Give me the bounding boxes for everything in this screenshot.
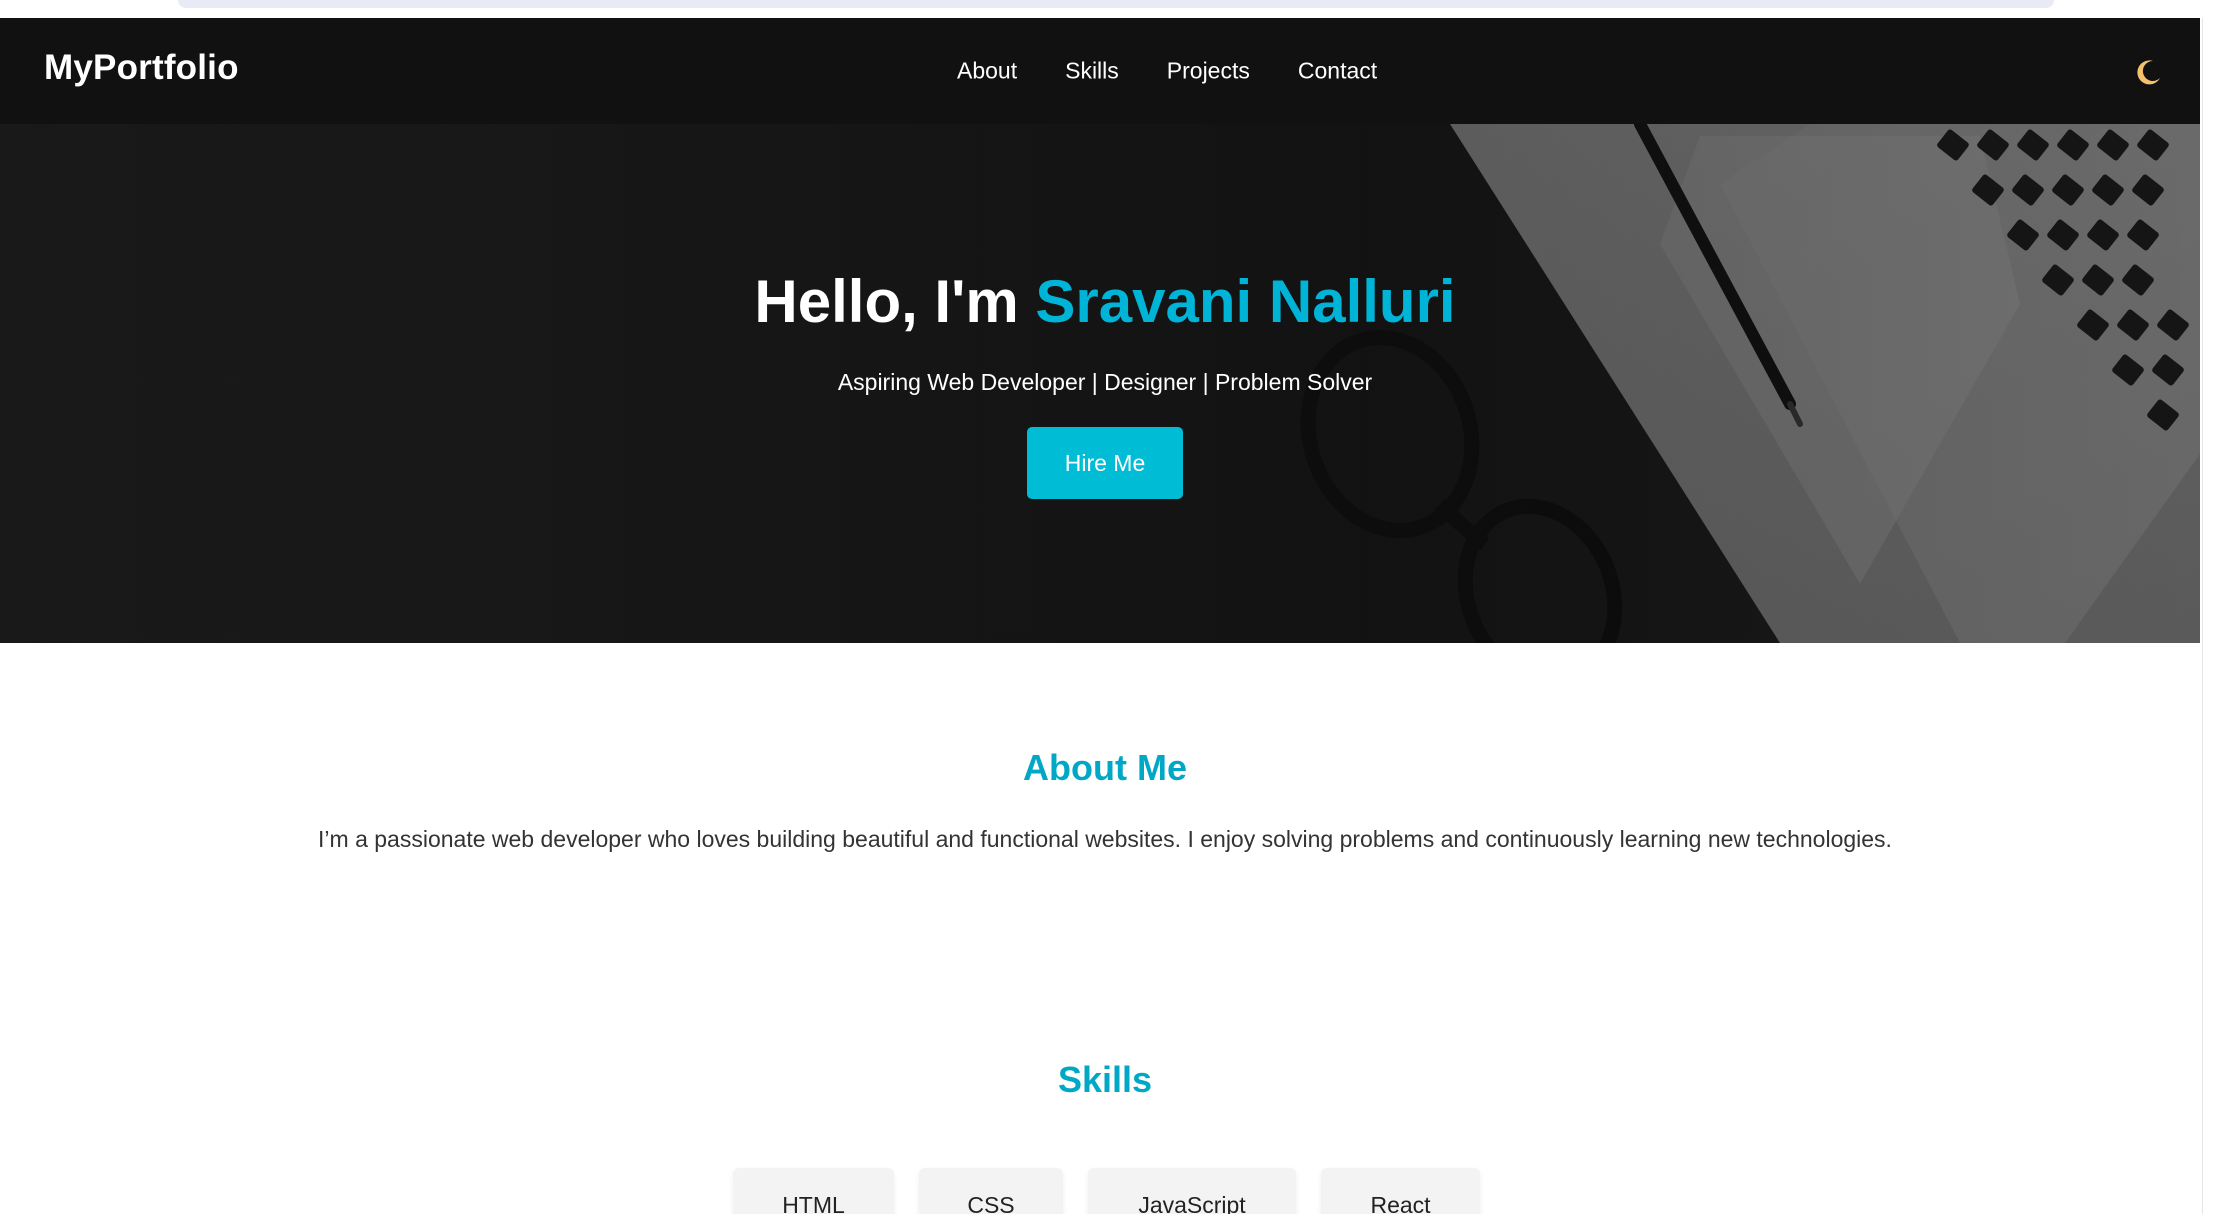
hero-name: Sravani Nalluri xyxy=(1035,268,1456,335)
theme-toggle-button[interactable] xyxy=(2131,56,2165,90)
nav-link-about[interactable]: About xyxy=(957,58,1017,85)
hero-greeting: Hello, I'm xyxy=(754,268,1036,335)
site-logo[interactable]: MyPortfolio xyxy=(44,48,239,88)
browser-top-strip xyxy=(0,0,2217,18)
navbar: MyPortfolio About Skills Projects Contac… xyxy=(0,18,2200,124)
browser-toolbar-edge xyxy=(178,0,2054,8)
hero-subtitle: Aspiring Web Developer | Designer | Prob… xyxy=(837,369,1373,395)
moon-icon xyxy=(2137,60,2160,85)
about-text: I’m a passionate web developer who loves… xyxy=(318,826,1892,852)
page-scrollbar[interactable] xyxy=(2202,18,2217,1214)
hero-content: Hello, I'm Sravani Nalluri Aspiring Web … xyxy=(0,124,2200,643)
skill-card-react: React xyxy=(1321,1168,1480,1214)
skill-card-javascript: JavaScript xyxy=(1088,1168,1296,1214)
about-section-title: About Me xyxy=(1023,747,1187,788)
hero-heading: Hello, I'm Sravani Nalluri xyxy=(0,272,2200,332)
nav-links: About Skills Projects Contact xyxy=(957,58,1425,85)
skill-card-css: CSS xyxy=(919,1168,1063,1214)
hero-section: Hello, I'm Sravani Nalluri Aspiring Web … xyxy=(0,124,2200,643)
skill-card-html: HTML xyxy=(733,1168,894,1214)
skills-list: HTML CSS JavaScript React xyxy=(0,1168,2217,1214)
hire-me-button[interactable]: Hire Me xyxy=(1027,427,1183,499)
nav-link-contact[interactable]: Contact xyxy=(1298,58,1377,85)
nav-link-skills[interactable]: Skills xyxy=(1065,58,1119,85)
portfolio-page: MyPortfolio About Skills Projects Contac… xyxy=(0,0,2217,1214)
nav-link-projects[interactable]: Projects xyxy=(1167,58,1250,85)
skills-section-title: Skills xyxy=(1057,1059,1153,1100)
